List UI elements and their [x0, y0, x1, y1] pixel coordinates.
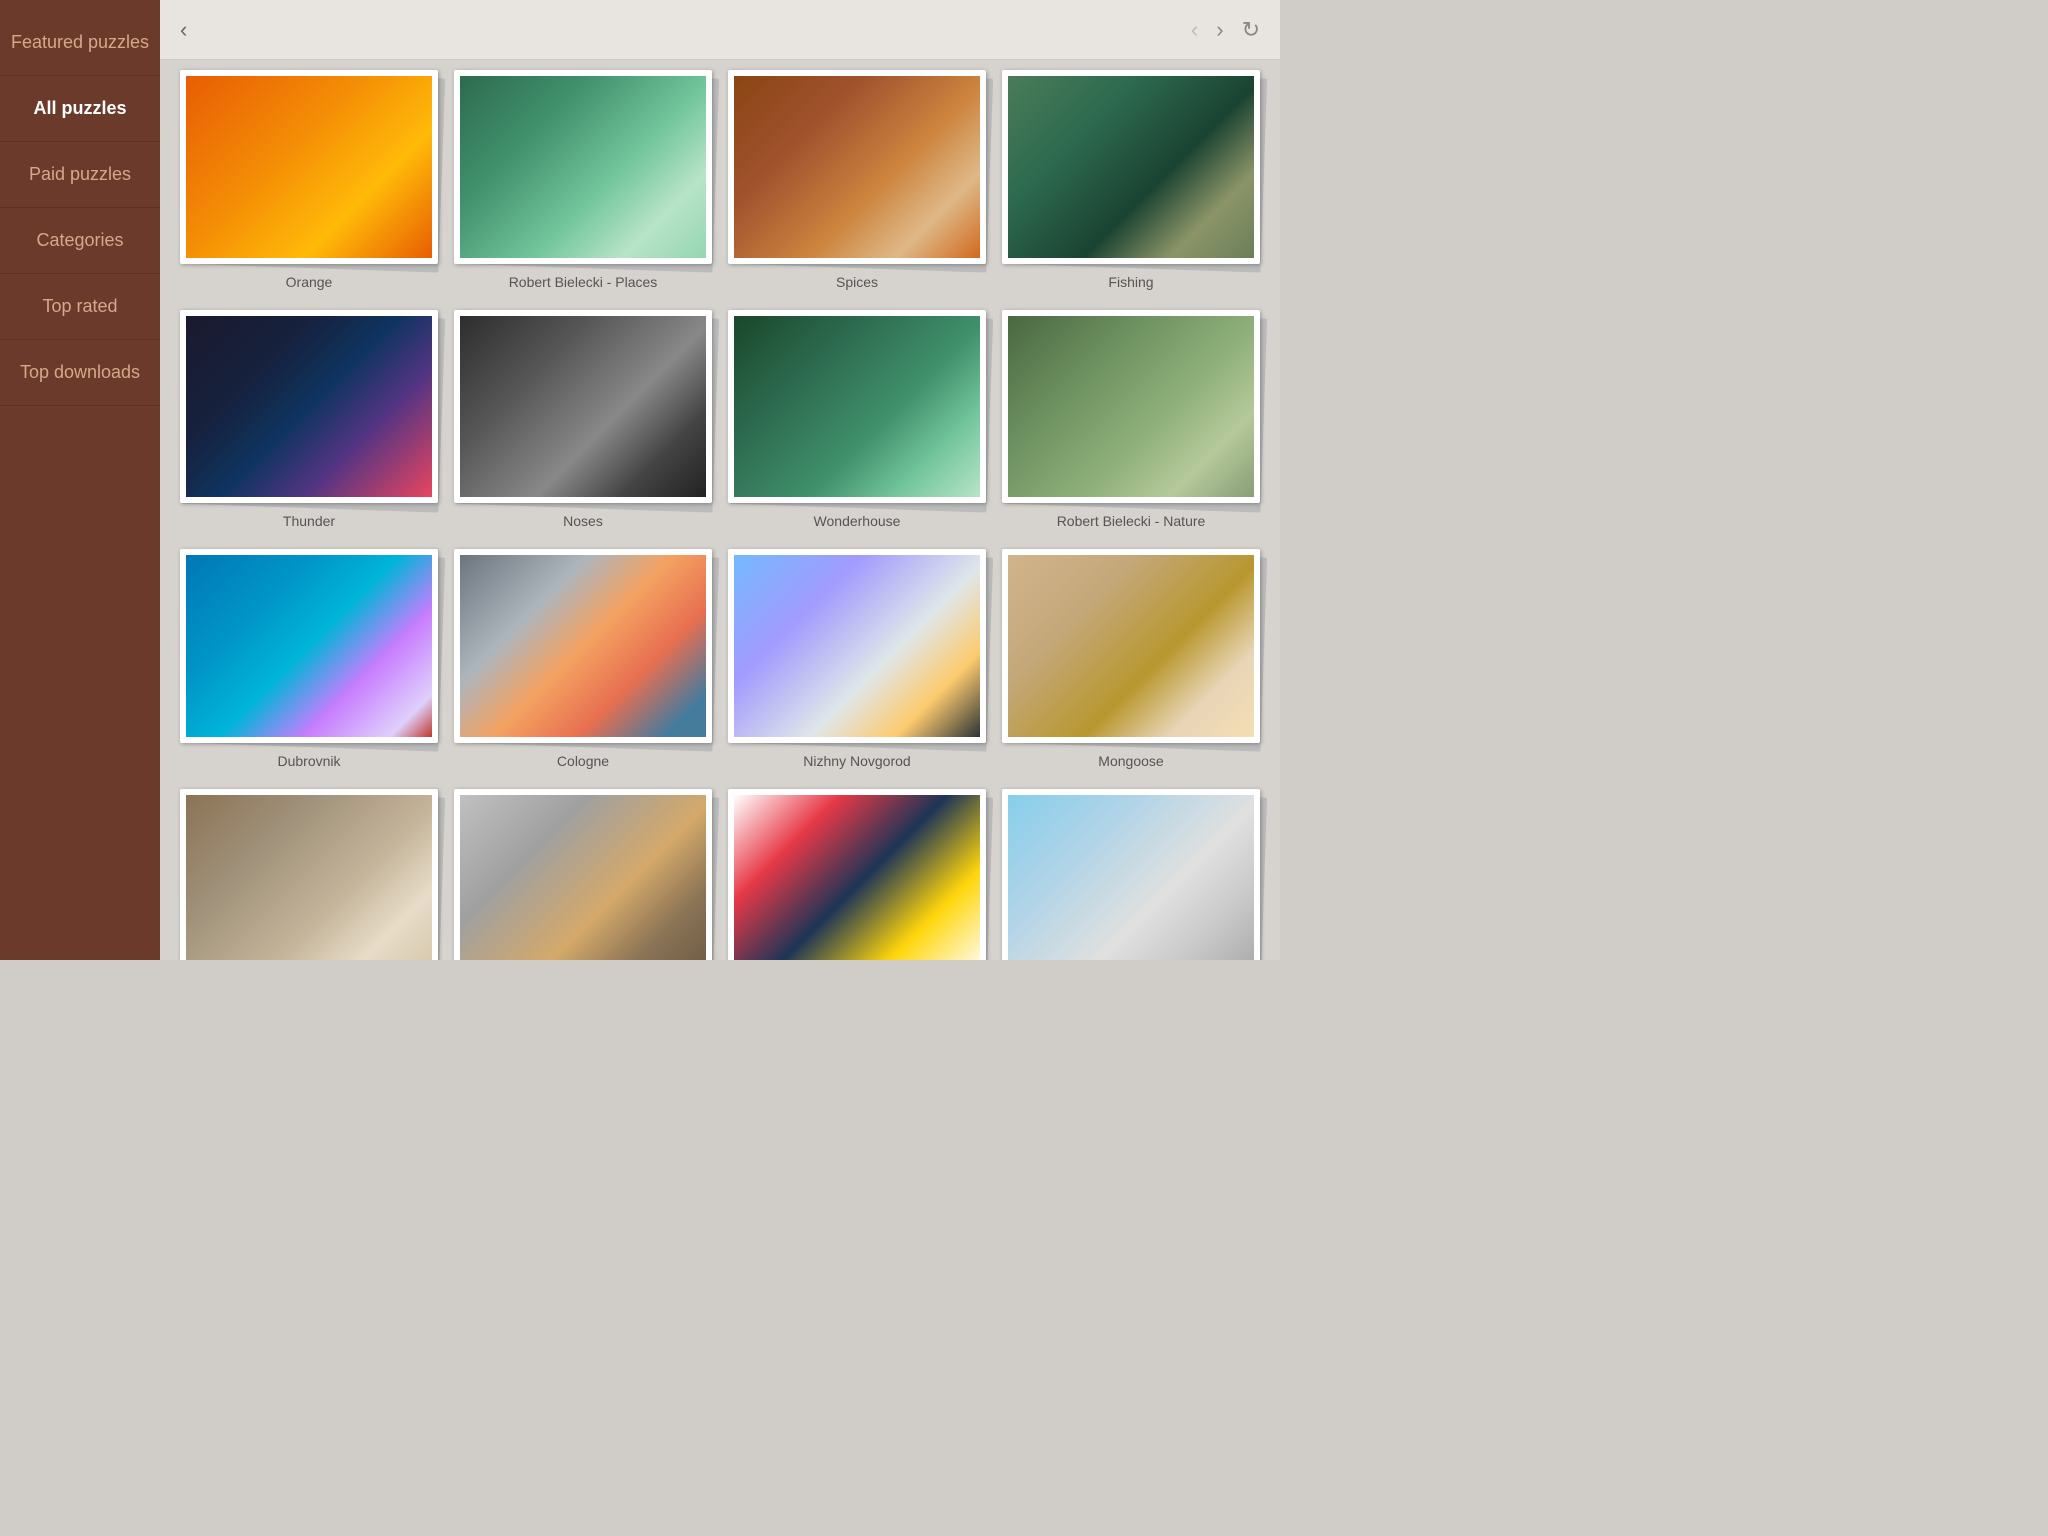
puzzle-label: Cologne [557, 753, 609, 769]
sidebar-item-paid[interactable]: Paid puzzles [0, 142, 160, 208]
puzzle-thumbnail [1008, 76, 1254, 258]
puzzle-label: Orange [286, 274, 333, 290]
header-navigation: ‹ › ↻ [1191, 17, 1260, 43]
puzzle-item-places[interactable]: Robert Bielecki - Places [454, 70, 712, 290]
puzzle-label: Spices [836, 274, 878, 290]
puzzle-photo-wrap [454, 549, 712, 743]
puzzle-thumbnail [1008, 795, 1254, 961]
puzzle-photo-wrap [1002, 70, 1260, 264]
main-content: ‹ ‹ › ↻ Orange [160, 0, 1280, 960]
puzzle-thumbnail [734, 76, 980, 258]
puzzle-photo [180, 549, 438, 743]
puzzle-item-orange[interactable]: Orange [180, 70, 438, 290]
puzzle-thumbnail [734, 555, 980, 737]
puzzle-photo-wrap [180, 549, 438, 743]
puzzle-photo-wrap [728, 70, 986, 264]
puzzle-photo [454, 70, 712, 264]
puzzle-thumbnail [186, 316, 432, 498]
puzzle-photo-wrap [454, 70, 712, 264]
back-chevron-icon: ‹ [180, 17, 187, 43]
puzzle-item-cats[interactable]: Cats [180, 789, 438, 961]
puzzle-item-thunder[interactable]: Thunder [180, 310, 438, 530]
puzzle-thumbnail [186, 795, 432, 961]
puzzle-label: Wonderhouse [814, 513, 901, 529]
puzzle-photo-wrap [180, 310, 438, 504]
puzzle-photo-wrap [728, 549, 986, 743]
puzzle-photo-wrap [1002, 789, 1260, 961]
sidebar-item-categories[interactable]: Categories [0, 208, 160, 274]
puzzle-label: Fishing [1108, 274, 1153, 290]
puzzle-item-wonderhouse[interactable]: Wonderhouse [728, 310, 986, 530]
puzzle-item-statue[interactable]: Statue [1002, 789, 1260, 961]
puzzle-photo [728, 310, 986, 504]
puzzle-photo-wrap [454, 310, 712, 504]
puzzle-photo [180, 70, 438, 264]
puzzle-label: Dubrovnik [277, 753, 340, 769]
puzzle-thumbnail [734, 316, 980, 498]
puzzle-thumbnail [460, 76, 706, 258]
puzzle-thumbnail [460, 316, 706, 498]
puzzle-label: Thunder [283, 513, 335, 529]
sidebar-item-top-downloads[interactable]: Top downloads [0, 340, 160, 406]
sidebar-item-all[interactable]: All puzzles [0, 76, 160, 142]
puzzle-photo [454, 789, 712, 961]
puzzle-photo [180, 789, 438, 961]
puzzle-photo [728, 789, 986, 961]
puzzle-label: Mongoose [1098, 753, 1163, 769]
nav-forward-button[interactable]: › [1216, 17, 1223, 43]
puzzle-photo [728, 70, 986, 264]
puzzle-item-nizhny[interactable]: Nizhny Novgorod [728, 549, 986, 769]
sidebar: Featured puzzlesAll puzzlesPaid puzzlesC… [0, 0, 160, 960]
puzzle-thumbnail [460, 555, 706, 737]
puzzle-photo [728, 549, 986, 743]
puzzle-photo-wrap [454, 789, 712, 961]
puzzle-item-nature[interactable]: Robert Bielecki - Nature [1002, 310, 1260, 530]
puzzle-grid-container: Orange Robert Bielecki - Places Spices [160, 60, 1280, 960]
puzzle-photo [180, 310, 438, 504]
puzzle-photo-wrap [728, 789, 986, 961]
puzzle-item-spices[interactable]: Spices [728, 70, 986, 290]
puzzle-label: Robert Bielecki - Nature [1057, 513, 1206, 529]
puzzle-thumbnail [186, 76, 432, 258]
puzzle-item-dubrovnik[interactable]: Dubrovnik [180, 549, 438, 769]
puzzle-item-fishing[interactable]: Fishing [1002, 70, 1260, 290]
puzzle-photo [1002, 70, 1260, 264]
puzzle-photo-wrap [728, 310, 986, 504]
puzzle-photo-wrap [180, 789, 438, 961]
puzzle-photo-wrap [1002, 549, 1260, 743]
puzzle-thumbnail [1008, 316, 1254, 498]
puzzle-photo-wrap [180, 70, 438, 264]
puzzle-item-mondrian[interactable]: Mondrian [728, 789, 986, 961]
puzzle-photo [454, 310, 712, 504]
refresh-button[interactable]: ↻ [1242, 17, 1260, 43]
nav-back-button[interactable]: ‹ [1191, 17, 1198, 43]
puzzle-item-cologne[interactable]: Cologne [454, 549, 712, 769]
puzzle-photo [1002, 789, 1260, 961]
back-button[interactable]: ‹ [180, 17, 191, 43]
puzzle-thumbnail [186, 555, 432, 737]
sidebar-item-featured[interactable]: Featured puzzles [0, 10, 160, 76]
puzzle-grid: Orange Robert Bielecki - Places Spices [180, 70, 1260, 960]
header: ‹ ‹ › ↻ [160, 0, 1280, 60]
sidebar-item-top-rated[interactable]: Top rated [0, 274, 160, 340]
puzzle-label: Nizhny Novgorod [803, 753, 910, 769]
puzzle-item-mongoose[interactable]: Mongoose [1002, 549, 1260, 769]
puzzle-label: Robert Bielecki - Places [509, 274, 658, 290]
puzzle-label: Noses [563, 513, 603, 529]
puzzle-thumbnail [1008, 555, 1254, 737]
puzzle-photo [454, 549, 712, 743]
puzzle-photo [1002, 310, 1260, 504]
puzzle-item-noses[interactable]: Noses [454, 310, 712, 530]
puzzle-photo-wrap [1002, 310, 1260, 504]
puzzle-thumbnail [460, 795, 706, 961]
puzzle-photo [1002, 549, 1260, 743]
puzzle-item-building[interactable]: Building [454, 789, 712, 961]
puzzle-thumbnail [734, 795, 980, 961]
